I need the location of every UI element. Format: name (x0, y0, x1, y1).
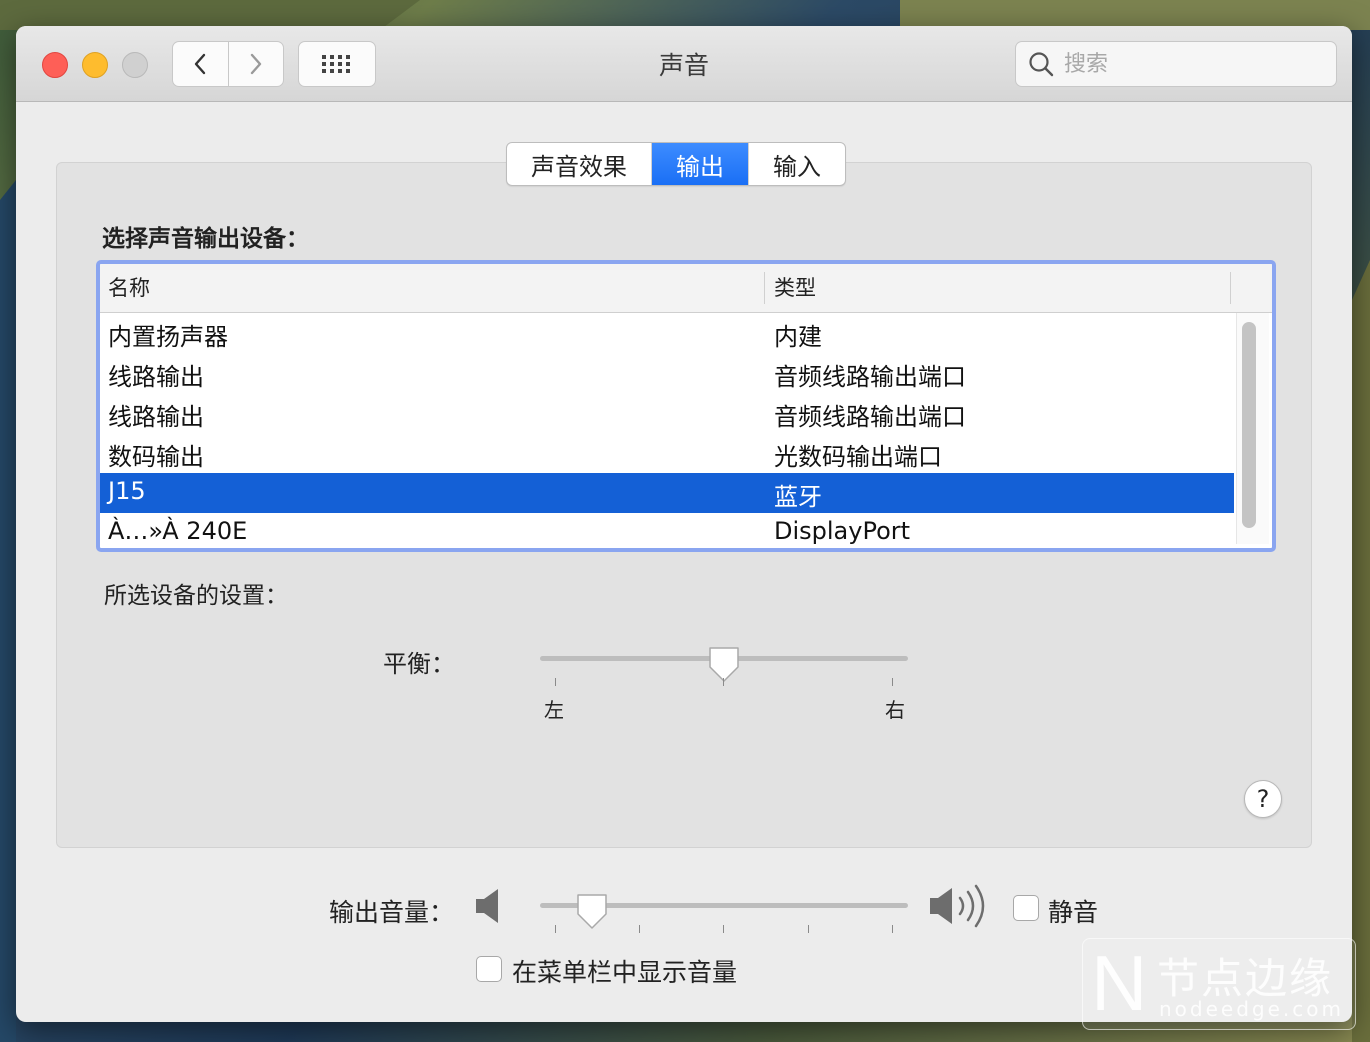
device-type: 光数码输出端口 (774, 443, 942, 471)
balance-tick (555, 678, 556, 686)
tab-sound-effects[interactable]: 声音效果 (507, 143, 651, 185)
tab-input[interactable]: 输入 (748, 143, 845, 185)
column-header-name[interactable]: 名称 (108, 264, 150, 312)
watermark-logo: N (1091, 939, 1148, 1027)
device-name: À…»À 240E (108, 517, 248, 545)
balance-tick (892, 678, 893, 686)
tab-output[interactable]: 输出 (651, 143, 748, 185)
balance-tick (723, 678, 724, 686)
device-type: 内建 (774, 323, 822, 351)
balance-label: 平衡： (383, 650, 455, 678)
speaker-high-icon (930, 884, 985, 928)
volume-tick (555, 925, 556, 933)
column-divider (1230, 272, 1231, 304)
scrollbar-thumb[interactable] (1242, 322, 1256, 528)
speaker-low-icon (476, 889, 498, 923)
device-name: 线路输出 (108, 363, 204, 391)
table-row[interactable]: 内置扬声器 内建 (100, 313, 1234, 353)
table-row[interactable]: À…»À 240E DisplayPort (100, 513, 1234, 548)
sound-preferences-window: 声音 声音效果 输出 输入 选择声音输出设备： 名称 类型 内置扬声器 内建 线… (16, 26, 1352, 1022)
table-row-selected[interactable]: J15 蓝牙 (100, 473, 1234, 513)
device-heading: 选择声音输出设备： (102, 226, 309, 252)
show-volume-in-menubar-label: 在菜单栏中显示音量 (512, 958, 738, 987)
search-field[interactable] (1015, 41, 1337, 87)
volume-tick (892, 925, 893, 933)
device-name: 线路输出 (108, 403, 204, 431)
volume-label: 输出音量： (329, 898, 455, 927)
volume-tick (723, 925, 724, 933)
table-row[interactable]: 线路输出 音频线路输出端口 (100, 353, 1234, 393)
search-icon (1029, 52, 1054, 77)
balance-right-label: 右 (885, 698, 905, 722)
device-name: 内置扬声器 (108, 323, 228, 351)
watermark: N 节点边缘 nodeedge.com (1082, 938, 1356, 1030)
device-type: DisplayPort (774, 517, 911, 545)
column-header-type[interactable]: 类型 (774, 264, 816, 312)
titlebar: 声音 (16, 26, 1352, 102)
show-volume-in-menubar-checkbox[interactable] (476, 956, 502, 982)
device-table[interactable]: 名称 类型 内置扬声器 内建 线路输出 音频线路输出端口 线路输出 音频线路输出… (96, 260, 1276, 552)
mute-checkbox[interactable] (1013, 895, 1039, 921)
device-type: 蓝牙 (774, 483, 822, 511)
volume-slider-thumb[interactable] (575, 892, 609, 932)
settings-heading: 所选设备的设置： (104, 583, 288, 609)
watermark-url: nodeedge.com (1159, 997, 1344, 1021)
volume-tick (808, 925, 809, 933)
balance-slider-thumb[interactable] (707, 645, 741, 685)
table-header: 名称 类型 (100, 264, 1272, 313)
table-row[interactable]: 线路输出 音频线路输出端口 (100, 393, 1234, 433)
device-type: 音频线路输出端口 (774, 403, 966, 431)
search-input[interactable] (1062, 50, 1316, 78)
table-row[interactable]: 数码输出 光数码输出端口 (100, 433, 1234, 473)
device-name: J15 (108, 477, 146, 505)
help-button[interactable]: ? (1244, 780, 1282, 818)
device-type: 音频线路输出端口 (774, 363, 966, 391)
device-name: 数码输出 (108, 443, 204, 471)
balance-left-label: 左 (544, 698, 564, 722)
device-rows: 内置扬声器 内建 线路输出 音频线路输出端口 线路输出 音频线路输出端口 数码输… (100, 313, 1234, 548)
volume-tick (639, 925, 640, 933)
tab-bar: 声音效果 输出 输入 (506, 142, 846, 186)
mute-label: 静音 (1048, 898, 1099, 927)
column-divider (764, 272, 765, 304)
